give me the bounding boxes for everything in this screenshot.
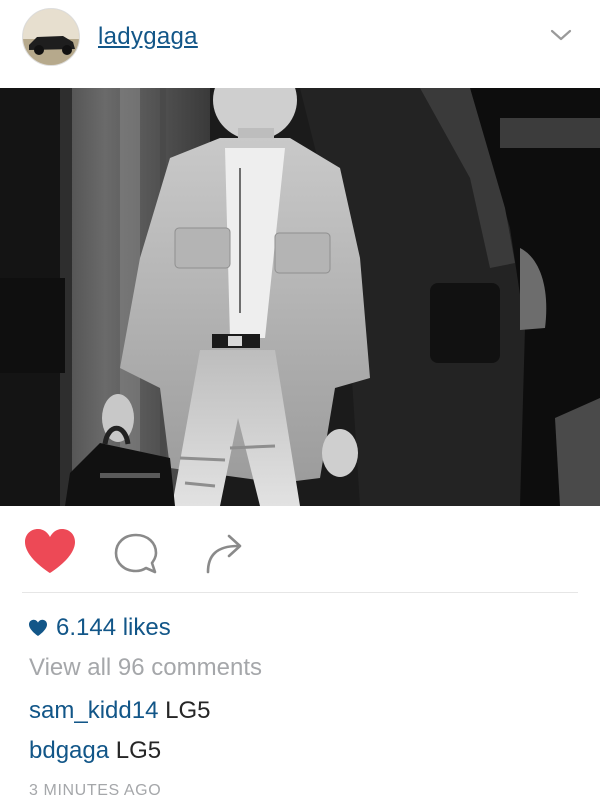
post-photo[interactable] [0, 88, 600, 506]
avatar-image [23, 9, 79, 65]
divider [22, 592, 578, 593]
post-image [0, 88, 600, 506]
post-timestamp: 3 MINUTES AGO [29, 782, 162, 799]
share-icon[interactable] [202, 530, 246, 576]
likes-text: 6.144 likes [56, 614, 171, 641]
username-link[interactable]: ladygaga [98, 23, 198, 51]
view-all-comments-link[interactable]: View all 96 comments [29, 654, 262, 682]
comment-text: LG5 [165, 697, 211, 724]
comment-author-link[interactable]: bdgaga [29, 737, 109, 764]
comment-item: bdgaga LG5 [29, 737, 161, 765]
likes-count[interactable]: 6.144 likes [28, 613, 171, 643]
comment-author-link[interactable]: sam_kidd14 [29, 697, 158, 724]
heart-icon [29, 619, 47, 636]
comment-text: LG5 [115, 737, 162, 764]
heart-icon[interactable] [23, 528, 77, 576]
comment-icon[interactable] [112, 531, 160, 579]
chevron-down-icon[interactable] [549, 26, 573, 44]
post-actions [0, 506, 600, 592]
avatar[interactable] [22, 8, 80, 66]
post-header: ladygaga [0, 0, 600, 88]
comment-item: sam_kidd14 LG5 [29, 697, 210, 725]
